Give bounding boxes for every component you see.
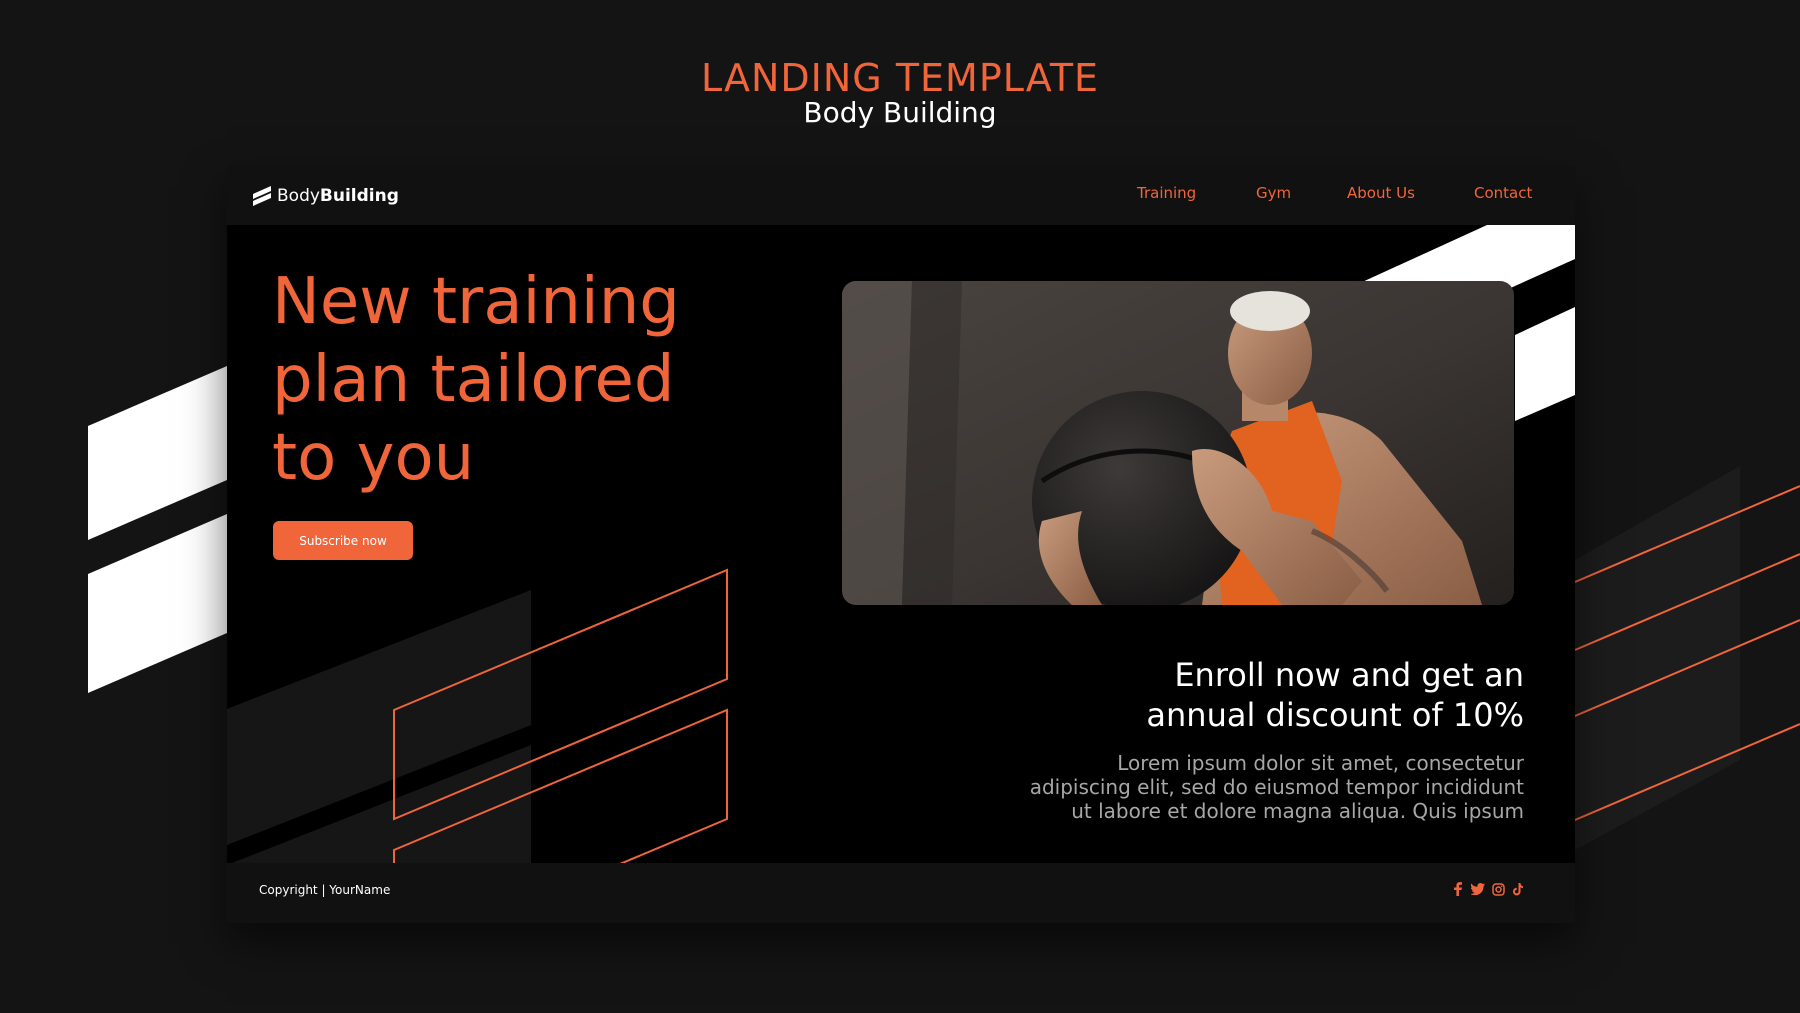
twitter-icon[interactable]: [1471, 882, 1485, 896]
logo-icon: [253, 186, 271, 206]
tiktok-icon[interactable]: [1511, 882, 1525, 896]
landing-mockup: BodyBuilding Training Gym About Us Conta…: [227, 166, 1575, 923]
hero-photo: [842, 281, 1514, 605]
subscribe-button[interactable]: Subscribe now: [273, 521, 413, 560]
nav-item-about-us[interactable]: About Us: [1347, 184, 1415, 202]
copyright-text: Copyright | YourName: [259, 883, 391, 897]
nav-item-contact[interactable]: Contact: [1474, 184, 1532, 202]
offer-title: Enroll now and get an annual discount of…: [1146, 656, 1524, 734]
instagram-icon[interactable]: [1491, 882, 1505, 896]
nav-item-training[interactable]: Training: [1137, 184, 1196, 202]
hero-section: New training plan tailored to you Subscr…: [227, 225, 1575, 863]
page-title: LANDING TEMPLATE: [700, 56, 1100, 100]
navbar: BodyBuilding Training Gym About Us Conta…: [227, 166, 1575, 225]
hero-headline: New training plan tailored to you: [272, 265, 680, 495]
page-subtitle: Body Building: [803, 96, 997, 129]
nav-item-gym[interactable]: Gym: [1256, 184, 1291, 202]
offer-description: Lorem ipsum dolor sit amet, consectetur …: [1029, 751, 1524, 823]
logo[interactable]: BodyBuilding: [253, 184, 399, 208]
logo-text: BodyBuilding: [277, 186, 399, 206]
social-links: [1451, 882, 1525, 896]
footer: Copyright | YourName: [227, 863, 1575, 923]
athlete-image: [842, 281, 1514, 605]
facebook-icon[interactable]: [1451, 882, 1465, 896]
